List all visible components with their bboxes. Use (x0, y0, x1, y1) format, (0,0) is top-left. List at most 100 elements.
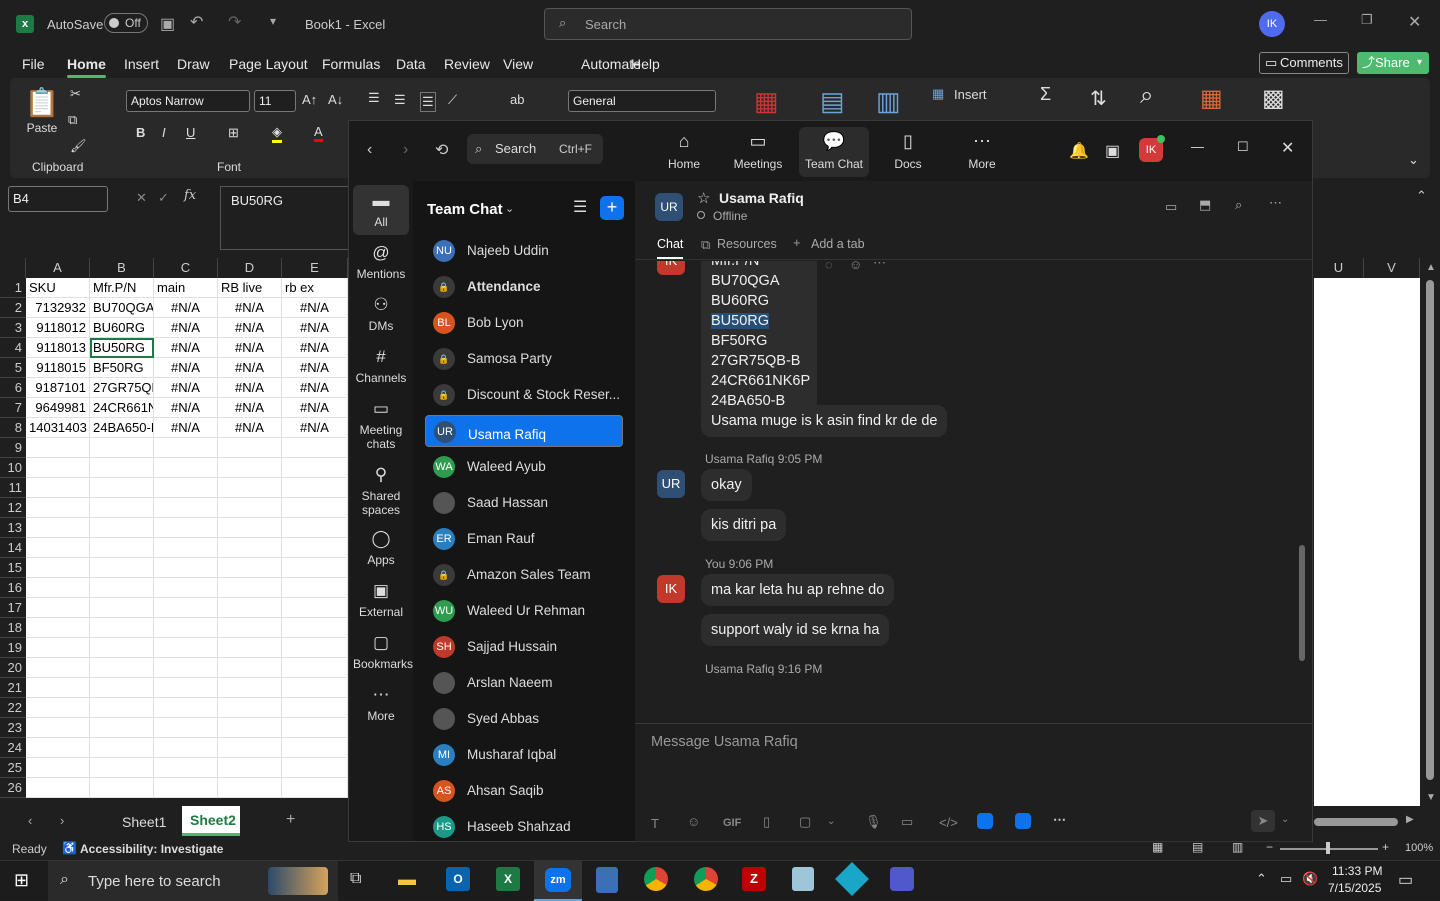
grid-cell[interactable] (218, 558, 282, 578)
grid-cell[interactable]: 9118013 (26, 338, 90, 358)
grid-cell[interactable] (90, 778, 154, 798)
tab-file[interactable]: File (22, 56, 45, 72)
contact-avatar[interactable]: UR (655, 193, 683, 221)
grid-cell[interactable] (218, 478, 282, 498)
formula-input[interactable]: BU50RG (220, 186, 350, 250)
grid-cell[interactable]: #N/A (154, 398, 218, 418)
zoom-in-icon[interactable]: + (1382, 840, 1389, 854)
grid-cell[interactable]: main (154, 278, 218, 298)
message-scrollbar-thumb[interactable] (1299, 545, 1305, 661)
increase-font-icon[interactable]: A↑ (302, 92, 317, 107)
contact-message-avatar[interactable]: UR (657, 470, 685, 498)
contact-item[interactable]: MI Musharaf Iqbal (425, 739, 623, 771)
grid-cell[interactable]: #N/A (154, 338, 218, 358)
column-header-c[interactable]: C (154, 258, 218, 278)
message-bubble[interactable]: kis ditri pa (701, 509, 787, 541)
contact-item[interactable]: NU Najeeb Uddin (425, 235, 623, 267)
row-header[interactable]: 15 (0, 558, 26, 578)
save-icon[interactable]: ▣ (160, 14, 175, 34)
close-icon[interactable]: ✕ (1281, 138, 1294, 158)
grid-cell[interactable] (26, 518, 90, 538)
grid-cell[interactable] (90, 738, 154, 758)
grid-cell[interactable]: #N/A (218, 318, 282, 338)
grid-cell[interactable] (218, 658, 282, 678)
grid-cell[interactable] (26, 538, 90, 558)
resources-tab[interactable]: Resources (717, 237, 777, 251)
contact-item[interactable]: 🔒 Samosa Party (425, 343, 623, 375)
filezilla-icon[interactable]: Z (742, 867, 766, 891)
grid-cell[interactable] (90, 658, 154, 678)
grid-cell[interactable] (282, 498, 348, 518)
find-select-icon[interactable]: ⌕ (1140, 82, 1153, 110)
analyze-data-icon[interactable]: ▩ (1262, 84, 1285, 113)
grid-cell[interactable] (282, 658, 348, 678)
grid-cell[interactable]: 27GR75QE (90, 378, 154, 398)
ribbon-collapse-icon[interactable]: ⌄ (1408, 152, 1419, 168)
rail-dms[interactable]: ⚇ DMs (353, 295, 409, 333)
align-top-icon[interactable]: ☰ (368, 90, 380, 106)
sheet-tab-sheet2[interactable]: Sheet2 (182, 806, 240, 836)
contact-item[interactable]: WU Waleed Ur Rehman (425, 595, 623, 627)
grid-cell[interactable] (26, 558, 90, 578)
grid-cell[interactable] (26, 618, 90, 638)
minimize-icon[interactable]: — (1314, 12, 1327, 27)
scroll-right-icon[interactable]: ▶ (1406, 814, 1414, 825)
number-format-select[interactable]: General (568, 90, 716, 112)
row-header[interactable]: 19 (0, 638, 26, 658)
rail-meeting-chats[interactable]: ▭ Meeting chats (353, 399, 409, 451)
contact-item[interactable]: 🔒 Amazon Sales Team (425, 559, 623, 591)
vertical-scrollbar[interactable]: ▲ ▼ (1420, 258, 1440, 806)
grid-cell[interactable]: #N/A (282, 358, 348, 378)
borders-icon[interactable]: ⊞ (228, 125, 239, 141)
grid-cell[interactable] (282, 618, 348, 638)
insert-function-icon[interactable]: fx (184, 188, 196, 203)
grid-cell[interactable] (218, 438, 282, 458)
volume-muted-icon[interactable]: 🔇 (1302, 871, 1318, 887)
contact-item[interactable]: SH Sajjad Hussain (425, 631, 623, 663)
grid-cell[interactable] (282, 558, 348, 578)
grid-cell[interactable]: #N/A (282, 398, 348, 418)
grid-cell[interactable]: RB live (218, 278, 282, 298)
account-avatar[interactable]: IK (1259, 11, 1285, 37)
row-header[interactable]: 1 (0, 278, 26, 298)
history-icon[interactable]: ⟲ (435, 140, 448, 160)
code-snippet-icon[interactable]: </> (939, 815, 958, 830)
grid-cell[interactable] (154, 598, 218, 618)
zoom-app-icon[interactable] (977, 813, 993, 829)
grid-cell[interactable]: 7132932 (26, 298, 90, 318)
maximize-icon[interactable]: ☐ (1237, 139, 1249, 155)
notification-center-icon[interactable]: ▭ (1398, 870, 1413, 890)
status-accessibility[interactable]: Accessibility: Investigate (80, 842, 223, 856)
column-header-b[interactable]: B (90, 258, 154, 278)
grid-cell[interactable] (26, 478, 90, 498)
grid-cell[interactable]: BU60RG (90, 318, 154, 338)
tab-formulas[interactable]: Formulas (322, 56, 380, 72)
paste-button[interactable]: 📋 Paste (24, 86, 60, 146)
row-header[interactable]: 5 (0, 358, 26, 378)
grid-cell[interactable] (154, 478, 218, 498)
grid-cell[interactable] (90, 758, 154, 778)
contact-name[interactable]: Usama Rafiq (719, 190, 804, 206)
cancel-entry-icon[interactable]: ✕ (136, 190, 147, 206)
grid-cell[interactable] (90, 718, 154, 738)
grid-cell[interactable] (154, 638, 218, 658)
tab-page-layout[interactable]: Page Layout (229, 56, 308, 72)
grid-cell[interactable] (218, 698, 282, 718)
format-as-table-icon[interactable]: ▤ (820, 86, 845, 117)
filter-icon[interactable]: ☰ (573, 197, 587, 217)
grid-cell[interactable]: #N/A (282, 418, 348, 438)
grid-cell[interactable] (218, 618, 282, 638)
contact-item-selected[interactable]: UR Usama Rafiq (425, 415, 623, 447)
screenshot-icon[interactable]: ▢ (799, 814, 811, 830)
row-header[interactable]: 2 (0, 298, 26, 318)
grid-cell[interactable] (154, 558, 218, 578)
name-box[interactable]: B4 (8, 186, 108, 212)
column-header-u[interactable]: U (1314, 258, 1364, 278)
tab-help[interactable]: Help (631, 56, 660, 72)
grid-cell[interactable] (218, 718, 282, 738)
grid-cell[interactable] (26, 718, 90, 738)
grid-cell[interactable] (154, 438, 218, 458)
grid-cell[interactable]: SKU (26, 278, 90, 298)
decrease-font-icon[interactable]: A↓ (328, 92, 343, 107)
more-options-icon[interactable]: ⋯ (1269, 195, 1282, 211)
